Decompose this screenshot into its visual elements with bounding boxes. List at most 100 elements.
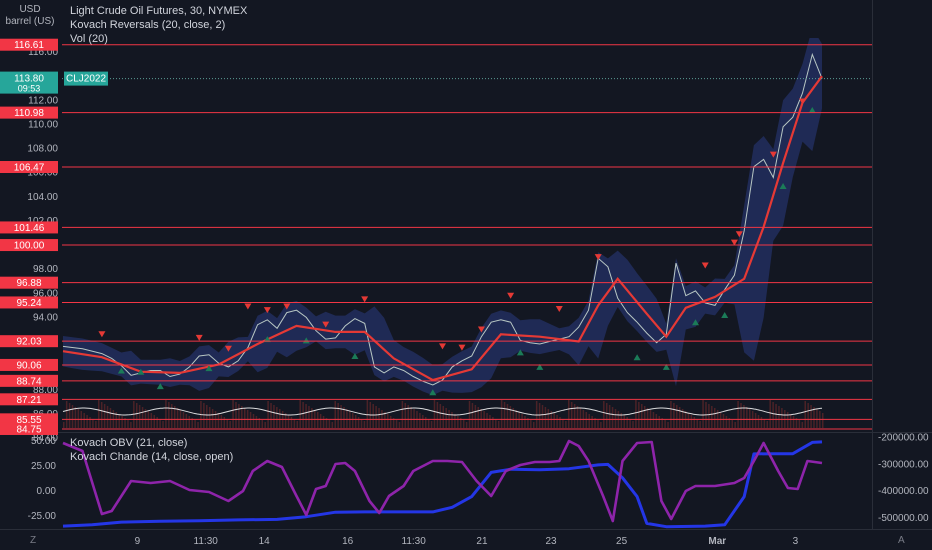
volume-bar: [194, 420, 196, 428]
volume-bar: [241, 406, 243, 428]
volume-bar: [182, 412, 185, 428]
volume-bar: [159, 419, 161, 428]
volume-bar: [165, 400, 167, 428]
volume-bar: [375, 406, 377, 428]
volume-bar: [331, 422, 334, 428]
volume-bar: [65, 401, 68, 428]
time-tick-label: 11:30: [194, 536, 219, 547]
volume-bar: [699, 421, 701, 428]
level-tag-label: 87.21: [16, 395, 41, 406]
volume-bar: [474, 405, 477, 428]
volume-bar: [442, 406, 444, 428]
level-tag-label: 84.75: [16, 424, 41, 435]
volume-bar: [559, 417, 561, 428]
volume-bar: [118, 414, 120, 428]
time-tick-label: Mar: [708, 536, 726, 547]
volume-bar: [798, 420, 801, 428]
volume-bar: [328, 420, 331, 428]
level-tag-label: 101.46: [14, 223, 45, 234]
volume-bar: [384, 412, 386, 428]
volume-bar: [270, 403, 272, 428]
volume-bar: [302, 402, 304, 428]
volume-bar: [372, 404, 374, 428]
level-tag-label: 95.24: [16, 298, 41, 309]
volume-bar: [413, 409, 415, 428]
volume-bar: [503, 402, 506, 428]
volume-bar: [319, 414, 322, 428]
volume-bar: [792, 416, 795, 428]
level-tag-label: 116.61: [14, 40, 44, 51]
volume-bar: [150, 413, 153, 428]
obv-indicator-title[interactable]: Kovach OBV (21, close): [70, 436, 233, 450]
volume-bar: [673, 403, 675, 428]
volume-bar: [614, 409, 617, 428]
symbol-title[interactable]: Light Crude Oil Futures, 30, NYMEX: [70, 4, 247, 18]
volume-bar: [86, 415, 88, 428]
level-tag-label: 100.00: [14, 241, 45, 252]
volume-bar: [141, 407, 144, 428]
volume-bar: [454, 414, 456, 428]
volume-bar: [725, 416, 728, 428]
volume-bar: [308, 406, 310, 428]
z-toggle[interactable]: Z: [30, 535, 36, 546]
volume-bar: [445, 408, 447, 428]
volume-bar: [176, 408, 179, 428]
volume-bar: [497, 421, 500, 428]
volume-bar: [810, 405, 812, 428]
level-tag-label: 106.47: [14, 163, 45, 174]
level-tag-label: 88.74: [16, 376, 41, 387]
volume-bar: [632, 421, 634, 428]
reversal-up-marker: [633, 354, 641, 361]
volume-bar: [492, 417, 494, 428]
volume-bar: [252, 414, 255, 428]
volume-bar: [98, 400, 100, 428]
volume-bar: [763, 419, 766, 428]
volume-bar: [235, 402, 237, 428]
symbol-tag-label: CLJ2022: [66, 74, 106, 85]
volume-bar: [722, 414, 725, 428]
volume-bar: [775, 404, 777, 428]
volume-bar: [92, 419, 94, 428]
volume-bar: [719, 412, 722, 428]
volume-bar: [468, 401, 471, 428]
volume-bar: [813, 407, 815, 428]
volume-bar: [208, 407, 211, 428]
volume-bar: [436, 402, 439, 428]
volume-bar: [243, 408, 246, 428]
volume-bar: [687, 413, 690, 428]
lower-right-tick-label: -500000.00: [878, 513, 929, 524]
volume-bar: [713, 408, 716, 428]
volume-bar: [422, 415, 424, 428]
volume-bar: [273, 405, 275, 428]
volume-bar: [100, 402, 103, 428]
volume-bar: [211, 409, 214, 428]
volume-bar: [197, 422, 199, 428]
smoothed-line: [62, 75, 823, 382]
reversal-down-marker: [195, 334, 203, 341]
volume-indicator-title[interactable]: Vol (20): [70, 32, 247, 46]
volume-bar: [789, 414, 792, 428]
volume-bar: [676, 405, 678, 428]
lower-left-tick-label: -25.00: [28, 511, 57, 522]
volume-bar: [229, 421, 231, 428]
volume-bar: [754, 413, 757, 428]
bar-countdown-label: 09:53: [18, 84, 41, 94]
volume-bar: [135, 403, 138, 428]
volume-bar: [638, 402, 640, 428]
volume-bar: [731, 420, 734, 428]
chart-canvas[interactable]: 116.00114.00112.00110.00108.00106.00104.…: [0, 0, 932, 550]
volume-bar: [276, 407, 278, 428]
time-tick-label: 25: [616, 536, 628, 547]
auto-scale-toggle[interactable]: A: [898, 535, 905, 546]
reversals-indicator-title[interactable]: Kovach Reversals (20, close, 2): [70, 18, 247, 32]
volume-bar: [541, 405, 544, 428]
volume-bar: [708, 404, 710, 428]
chande-indicator-title[interactable]: Kovach Chande (14, close, open): [70, 450, 233, 464]
volume-bar: [591, 416, 593, 428]
price-tick-label: 112.00: [28, 95, 58, 106]
volume-bar: [290, 417, 293, 428]
volume-bar: [346, 409, 348, 428]
volume-bar: [457, 416, 459, 428]
volume-bar: [641, 404, 643, 428]
volume-bar: [506, 404, 509, 428]
